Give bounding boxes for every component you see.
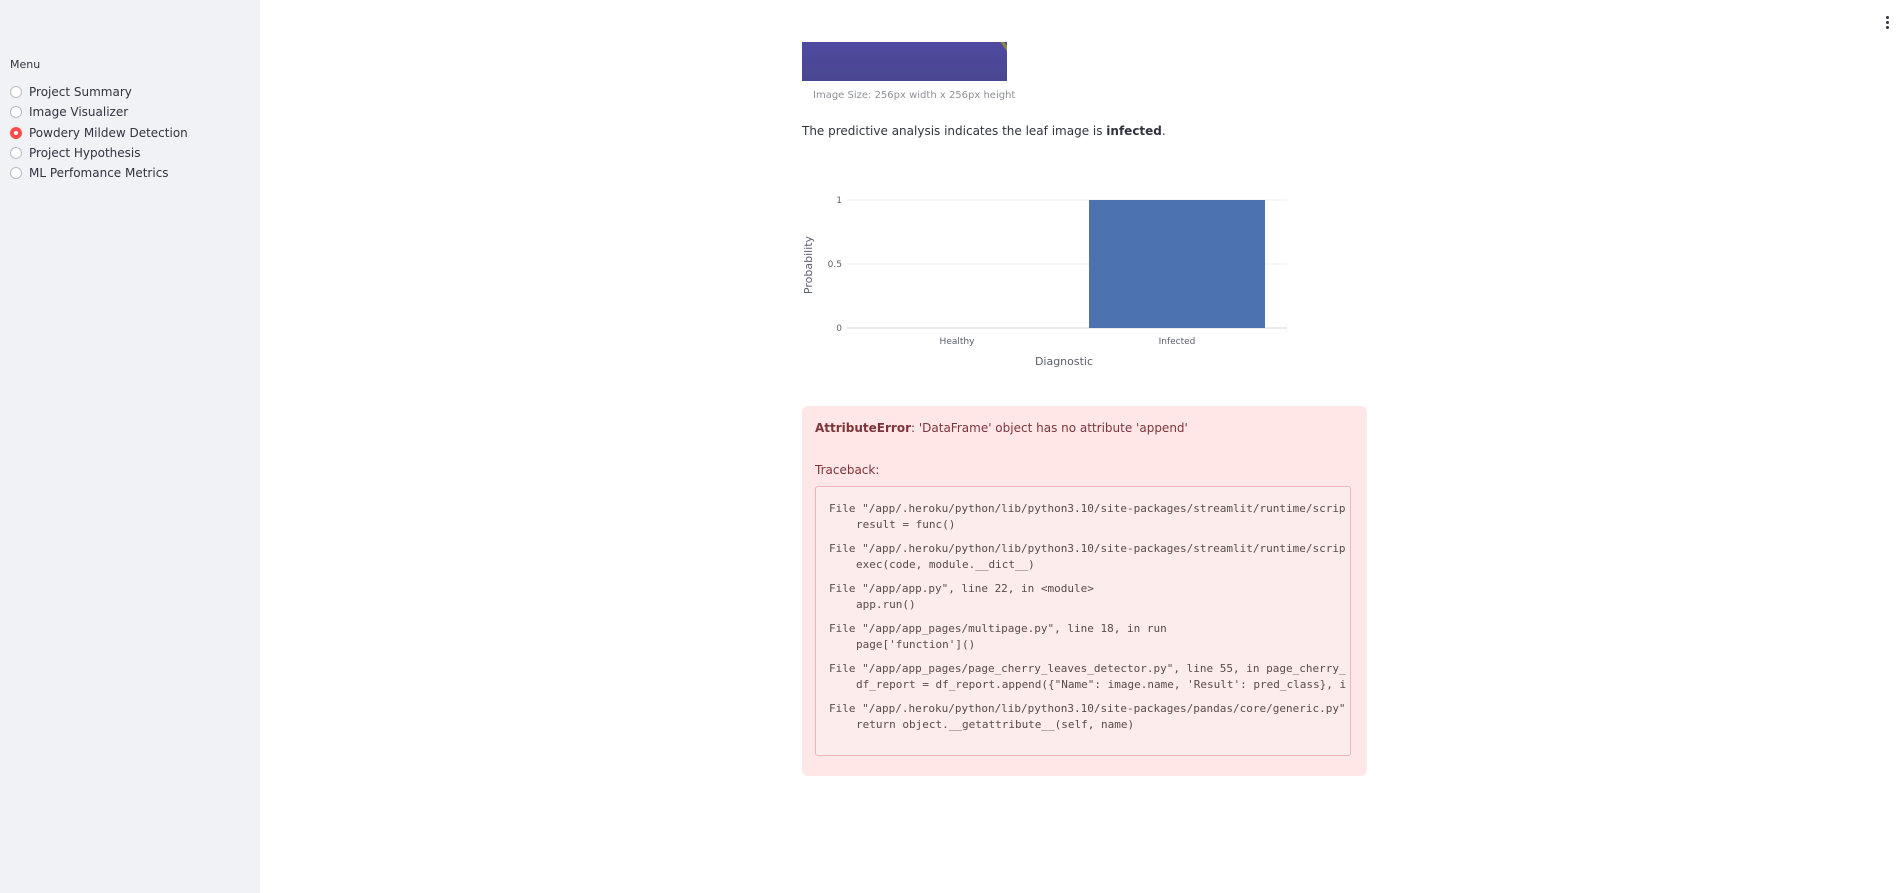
y-tick-label: 0 [836,324,842,334]
radio-selected-icon[interactable] [10,126,22,139]
leaf-image [802,42,1007,81]
menu-item-label: Project Hypothesis [29,145,141,160]
prediction-prefix: The predictive analysis indicates the le… [802,124,1107,138]
menu-item-project-summary[interactable]: Project Summary [10,82,188,102]
more-vertical-icon[interactable] [1882,16,1892,32]
traceback-code-line: return object.__getattribute__(self, nam… [856,718,1135,731]
x-tick-label: Healthy [940,337,976,347]
menu-item-label: Powdery Mildew Detection [29,125,188,140]
probability-chart: 0 0.5 1 Healthy Infected Diagnostic Probabi… [802,185,1302,379]
leaf-stem [998,42,1007,72]
error-message: : 'DataFrame' object has no attribute 'a… [911,421,1188,435]
traceback-entry: File "/app/.heroku/python/lib/python3.10… [829,701,1346,733]
traceback-file-line: File "/app/app_pages/multipage.py", line… [829,622,1167,635]
prediction-suffix: . [1161,124,1166,138]
prediction-value: infected [1106,124,1162,138]
traceback-file-line: File "/app/app_pages/page_cherry_leaves_… [829,662,1346,675]
menu-radio-group: Project Summary Image Visualizer Powdery… [10,82,188,183]
image-caption: Image Size: 256px width x 256px height [813,90,1016,101]
traceback-file-line: File "/app/.heroku/python/lib/python3.10… [829,542,1346,555]
traceback-entry: File "/app/app.py", line 22, in <module>… [829,581,1346,613]
x-axis-label: Diagnostic [1035,355,1093,368]
menu-item-label: Project Summary [29,85,132,99]
traceback-entry: File "/app/.heroku/python/lib/python3.10… [829,501,1346,533]
menu-item-image-visualizer[interactable]: Image Visualizer [10,102,188,122]
traceback-file-line: File "/app/.heroku/python/lib/python3.10… [829,502,1346,515]
chart-svg: 00.51 Healthy Infected Diagnostic Probabi… [802,196,1287,368]
traceback-code-line: result = func() [856,518,956,531]
traceback-file-line: File "/app/.heroku/python/lib/python3.10… [829,702,1346,715]
menu-item-ml-performance-metrics[interactable]: ML Perfomance Metrics [10,163,188,183]
traceback-entries: File "/app/.heroku/python/lib/python3.10… [829,501,1346,733]
traceback-file-line: File "/app/app.py", line 22, in <module> [829,582,1094,595]
radio-icon[interactable] [10,86,22,98]
radio-icon[interactable] [10,146,22,159]
x-tick-label: Infected [1159,337,1196,347]
traceback-code-line: app.run() [856,598,916,611]
traceback-entry: File "/app/.heroku/python/lib/python3.10… [829,541,1346,573]
traceback-code-line: page['function']() [856,638,976,651]
radio-icon[interactable] [10,167,22,180]
chart-y-ticks: 00.51 [828,196,843,334]
traceback-entry: File "/app/app_pages/page_cherry_leaves_… [829,661,1346,693]
y-tick-label: 0.5 [828,260,842,270]
error-type: AttributeError [815,421,911,435]
traceback-entry: File "/app/app_pages/multipage.py", line… [829,621,1346,653]
menu-item-powdery-mildew-detection[interactable]: Powdery Mildew Detection [10,123,188,143]
chart-bars [1089,200,1265,328]
menu-item-label: ML Perfomance Metrics [29,166,169,181]
menu-item-project-hypothesis[interactable]: Project Hypothesis [10,143,188,163]
traceback-code-block[interactable]: File "/app/.heroku/python/lib/python3.10… [815,486,1351,756]
menu-label: Menu [10,58,41,71]
bar-infected[interactable] [1089,200,1265,328]
radio-icon[interactable] [10,106,22,119]
menu-item-label: Image Visualizer [29,105,129,120]
sidebar: Menu Project Summary Image Visualizer Po… [0,0,260,893]
prediction-text: The predictive analysis indicates the le… [802,124,1166,138]
y-axis-label: Probability [802,235,815,294]
traceback-code-line: exec(code, module.__dict__) [856,558,1035,571]
error-title: AttributeError: 'DataFrame' object has n… [815,421,1188,435]
error-box: AttributeError: 'DataFrame' object has n… [802,406,1367,776]
traceback-label: Traceback: [815,463,880,477]
traceback-code-line: df_report = df_report.append({"Name": im… [856,678,1347,691]
y-tick-label: 1 [836,196,842,206]
chart-x-ticks: Healthy Infected [940,337,1196,347]
